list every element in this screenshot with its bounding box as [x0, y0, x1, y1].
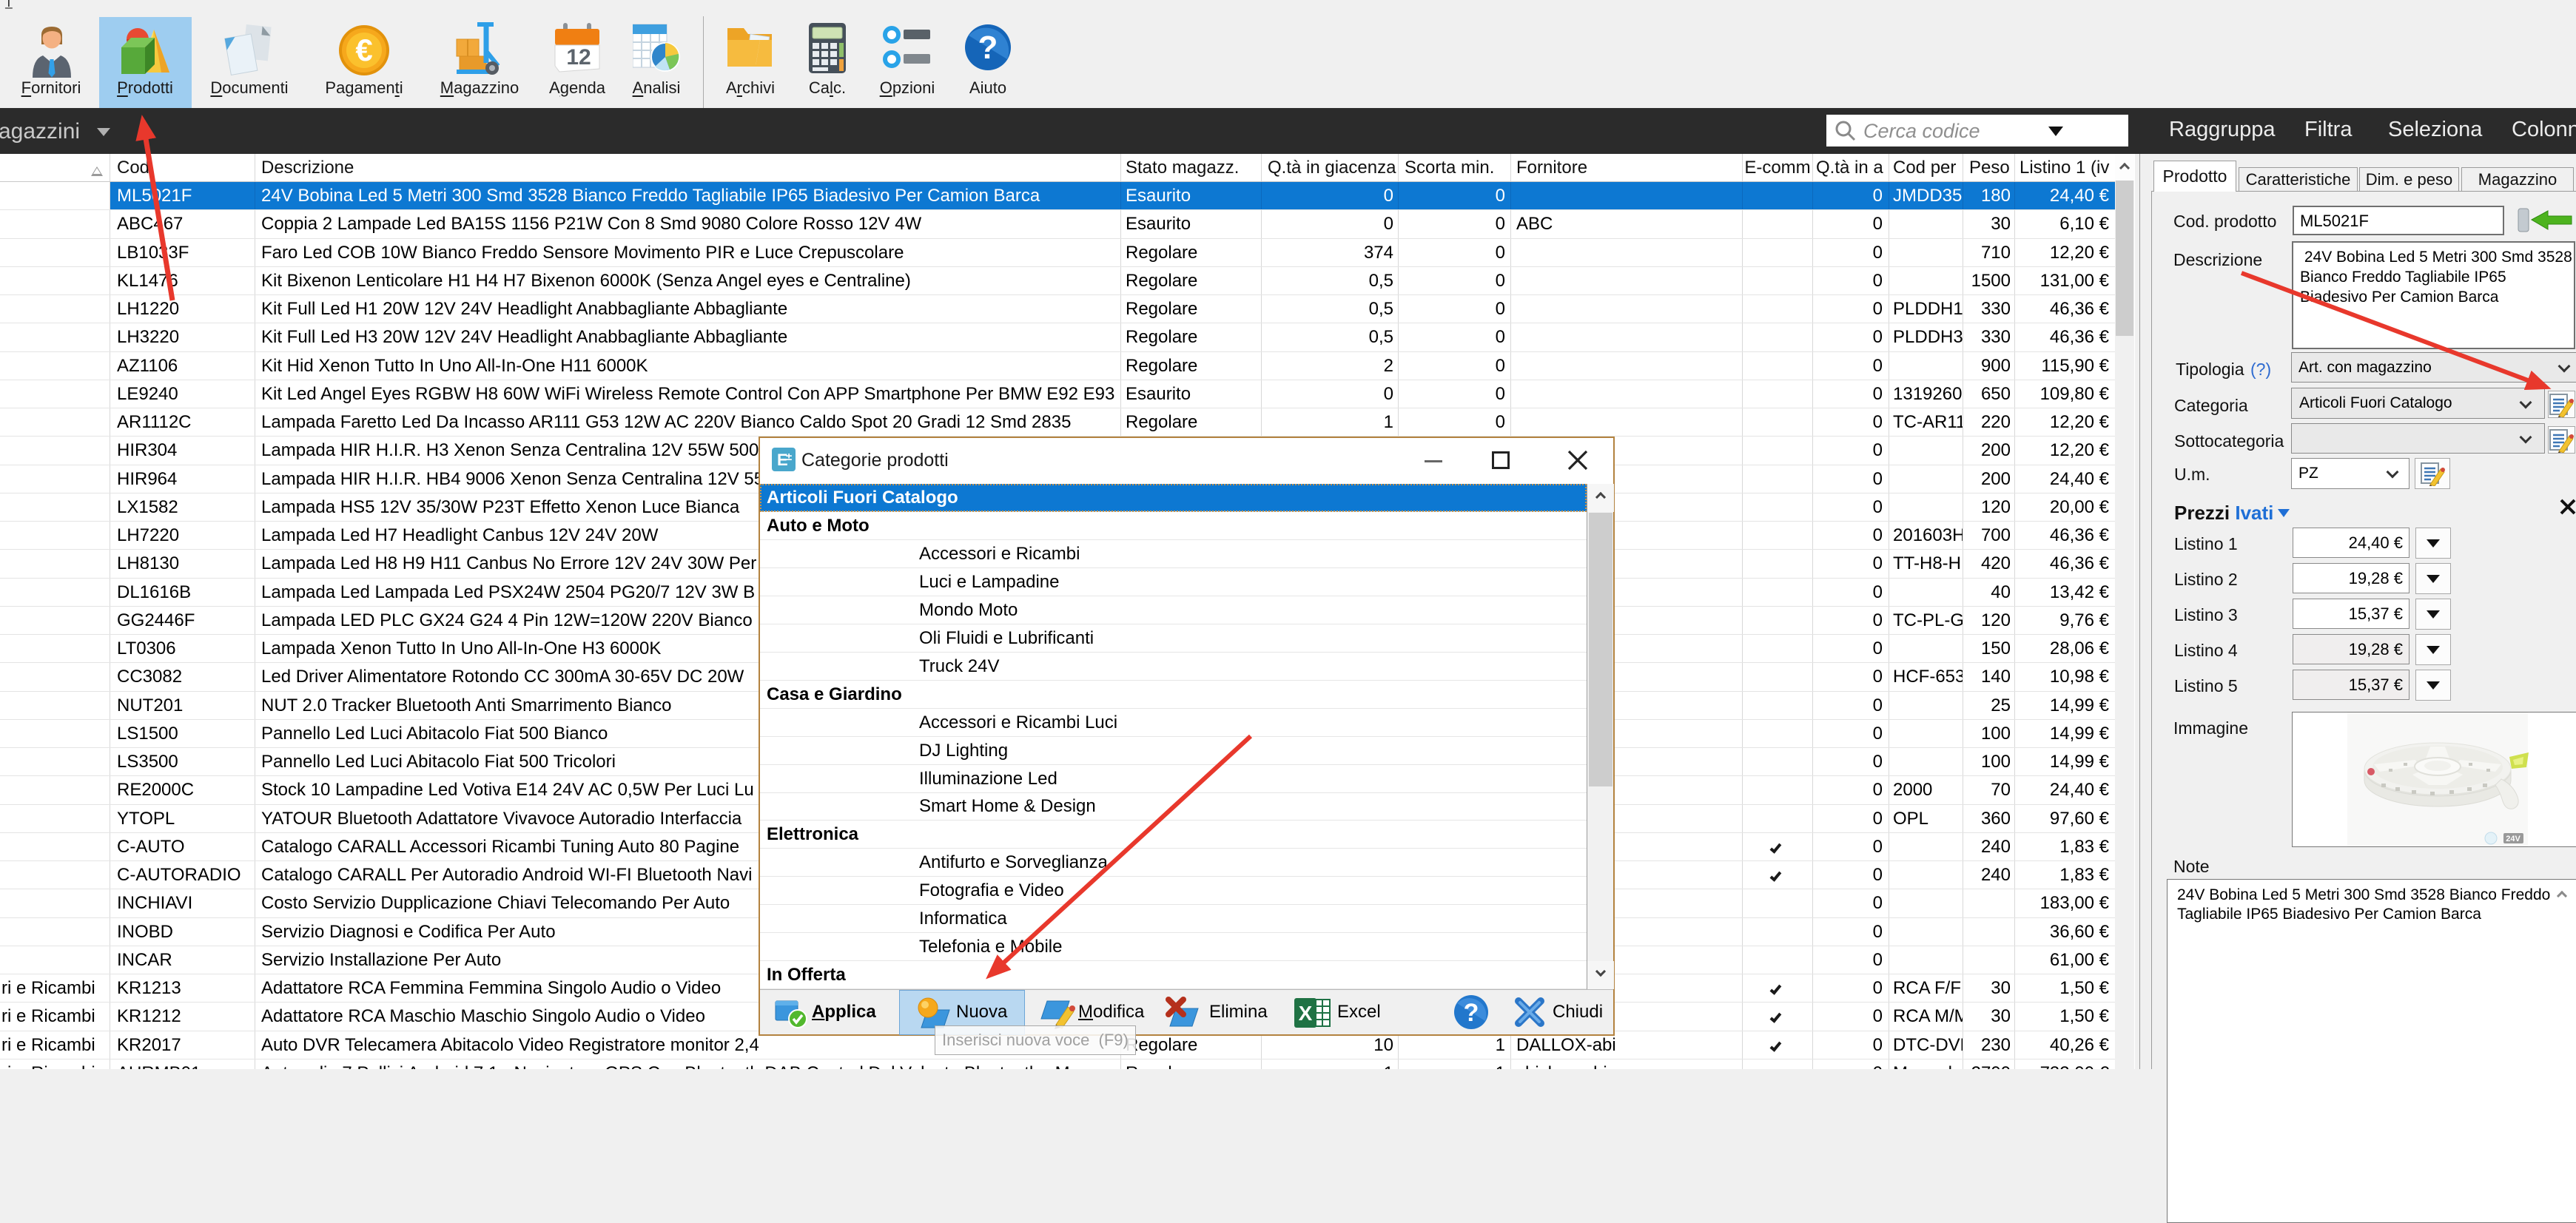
svg-text:24V: 24V: [2506, 835, 2520, 843]
svg-text:12: 12: [566, 45, 591, 70]
svg-text:±: ±: [786, 451, 792, 463]
svg-text:X: X: [1299, 1002, 1313, 1025]
svg-text:?: ?: [978, 30, 998, 66]
svg-text:€: €: [355, 33, 372, 67]
svg-text:?: ?: [1464, 999, 1479, 1027]
